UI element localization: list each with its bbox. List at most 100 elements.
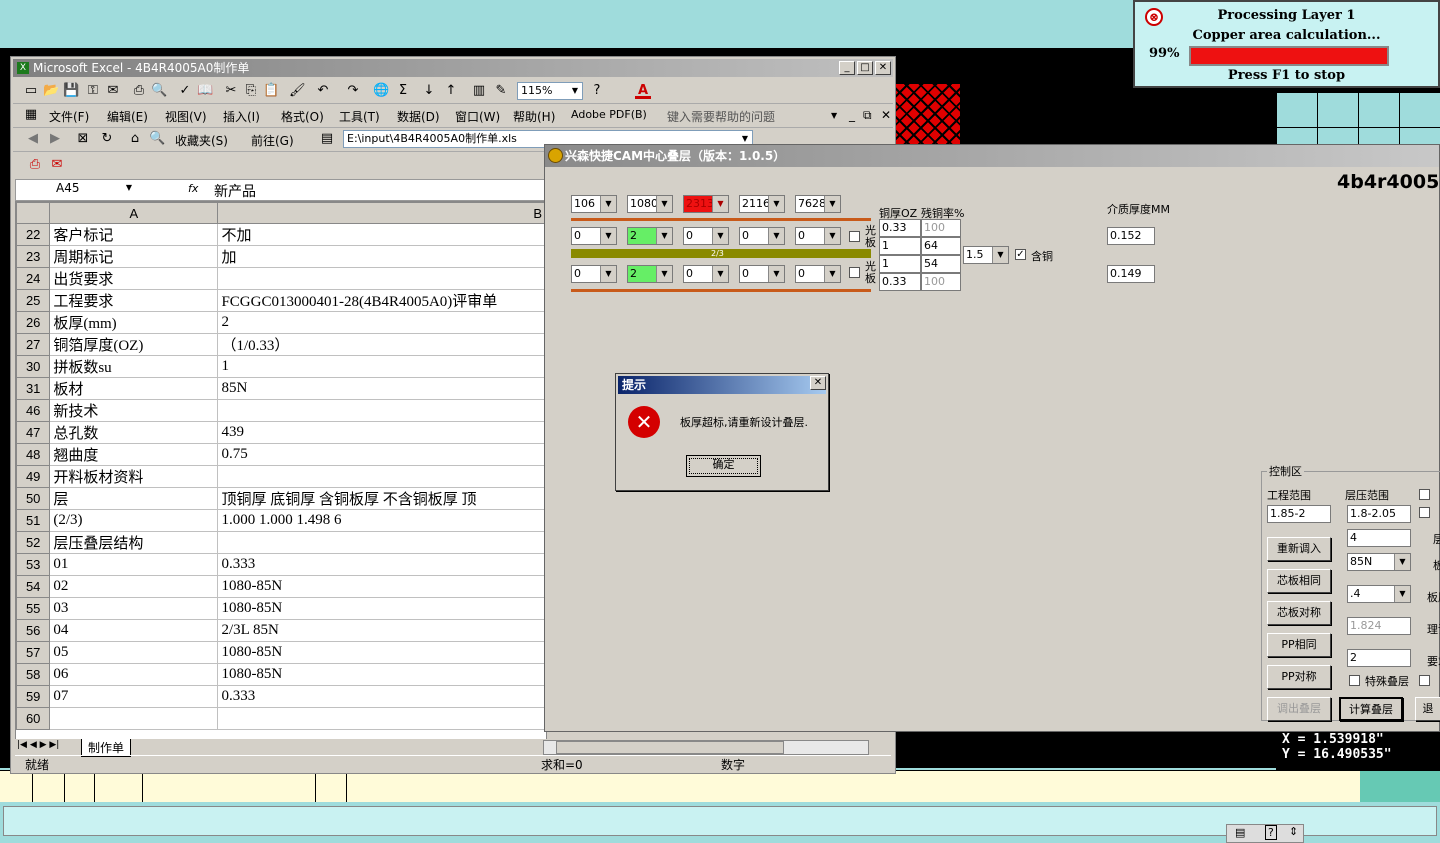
residual-copper-input-3[interactable]: 54 [921,255,961,273]
top-selects-3[interactable]: 2313 ▼ [683,195,729,213]
core-symmetric-button[interactable]: 芯板对称 [1267,601,1331,625]
open-icon[interactable]: 📂 [43,83,59,99]
search-icon[interactable]: 🔍 [149,131,165,147]
dielectric-input-2[interactable]: 0.149 [1107,265,1155,283]
eng-range-input[interactable]: 1.85-2 [1267,505,1331,523]
row-header[interactable]: 25 [16,289,51,312]
row-header[interactable]: 24 [16,267,51,290]
row-header[interactable]: 47 [16,421,51,444]
back-icon[interactable]: ◀ [25,131,41,147]
font-color-icon[interactable]: A [635,83,651,99]
chart-wizard-icon[interactable]: ▥ [471,83,487,99]
row-header[interactable]: 56 [16,619,51,642]
doc-minimize-icon[interactable]: _ [849,108,855,122]
cell-b[interactable] [217,399,546,422]
copper-thickness-input-4[interactable]: 0.33 [879,273,921,291]
cell-a[interactable]: 03 [49,597,219,620]
cell-b[interactable]: 不加 [217,223,546,246]
cell-a[interactable]: 04 [49,619,219,642]
cell-a[interactable] [49,707,219,730]
column-header-b[interactable]: B [217,202,546,224]
research-icon[interactable]: 📖 [197,83,213,99]
column-header-a[interactable]: A [49,202,219,224]
row1-selects-5[interactable]: 0 ▼ [795,227,841,245]
select-all-corner[interactable] [16,202,51,224]
doc-restore-icon[interactable]: ⧉ [863,108,872,123]
top-selects-5[interactable]: 7628 ▼ [795,195,841,213]
row1-selects-4[interactable]: 0 ▼ [739,227,785,245]
row-header[interactable]: 26 [16,311,51,334]
cell-b[interactable] [217,531,546,554]
cell-b[interactable]: 0.333 [217,553,546,576]
forward-icon[interactable]: ▶ [47,131,63,147]
ok-button[interactable]: 确定 [686,455,761,477]
han-tong-checkbox[interactable]: ✓ [1015,249,1026,260]
excel-titlebar[interactable]: X Microsoft Excel - 4B4R4005A0制作单 _ □ ✕ [13,59,893,77]
cell-a[interactable]: 铜箔厚度(OZ) [49,333,219,356]
new-icon[interactable]: ▭ [23,83,39,99]
chevron-down-icon[interactable]: ▼ [831,111,837,120]
exit-button[interactable]: 退 [1415,697,1440,721]
row-header[interactable]: 58 [16,663,51,686]
email-icon[interactable]: ✉ [105,83,121,99]
sort-asc-icon[interactable]: ↓ [421,83,437,99]
menu-data[interactable]: 数据(D) [397,108,440,125]
cell-b[interactable]: FCGGC013000401-28(4B4R4005A0)评审单 [217,289,546,312]
row-header[interactable]: 59 [16,685,51,708]
cell-b[interactable]: 1080-85N [217,575,546,598]
cell-a[interactable]: 02 [49,575,219,598]
cell-a[interactable]: 新技术 [49,399,219,422]
row-header[interactable]: 60 [16,707,51,730]
menu-view[interactable]: 视图(V) [165,108,207,125]
spelling-icon[interactable]: ✓ [177,83,193,99]
copper-thickness-input-1[interactable]: 0.33 [879,219,921,237]
pp-symmetric-button[interactable]: PP对称 [1267,665,1331,689]
menu-insert[interactable]: 插入(I) [223,108,260,125]
cell-a[interactable]: 总孔数 [49,421,219,444]
cell-a[interactable]: 板厚(mm) [49,311,219,334]
row-header[interactable]: 53 [16,553,51,576]
cell-b[interactable]: 2/3L 85N [217,619,546,642]
cell-b[interactable]: 2 [217,311,546,334]
cell-b[interactable] [217,465,546,488]
dialog-titlebar[interactable]: 提示 [618,376,826,394]
cut-icon[interactable]: ✂ [223,83,239,99]
preview-icon[interactable]: 🔍 [151,83,167,99]
menu-file[interactable]: 文件(F) [49,108,89,125]
print-icon[interactable]: ⎙ [131,83,147,99]
row2-selects-5[interactable]: 0 ▼ [795,265,841,283]
printer-icon[interactable]: ▤ [1235,826,1245,839]
row-header[interactable]: 22 [16,223,51,246]
row-header[interactable]: 31 [16,377,51,400]
pp-same-button[interactable]: PP相同 [1267,633,1331,657]
cell-a[interactable]: 开料板材资料 [49,465,219,488]
cell-a[interactable]: 客户标记 [49,223,219,246]
row-header[interactable]: 50 [16,487,51,510]
row-header[interactable]: 30 [16,355,51,378]
sort-desc-icon[interactable]: ↑ [443,83,459,99]
residual-copper-input-2[interactable]: 64 [921,237,961,255]
formula-input[interactable]: 新产品 [214,181,256,201]
cell-a[interactable]: (2/3) [49,509,219,532]
worksheet-grid[interactable]: A B 22 客户标记 不加 23 周期标记加 24 出货要求 25 工程要求 FCGGC0130… [15,201,547,741]
undo-icon[interactable]: ↶ [315,83,331,99]
cell-b[interactable]: 1.000 1.000 1.498 6 [217,509,546,532]
help-icon[interactable]: ? [1265,825,1277,840]
row2-selects-4[interactable]: 0 ▼ [739,265,785,283]
cell-b[interactable] [217,267,546,290]
cell-a[interactable]: 07 [49,685,219,708]
menu-adobe-pdf[interactable]: Adobe PDF(B) [571,108,647,121]
required-input[interactable]: 2 [1347,649,1411,667]
option-checkbox-1[interactable] [1419,489,1430,500]
pdf-convert-icon[interactable]: ⎙ [27,157,43,173]
row-header[interactable]: 23 [16,245,51,268]
option-checkbox-3[interactable] [1419,675,1430,686]
row-header[interactable]: 46 [16,399,51,422]
cell-b[interactable]: 1080-85N [217,641,546,664]
horizontal-scrollbar[interactable] [543,740,869,755]
row1-selects-3[interactable]: 0 ▼ [683,227,729,245]
top-selects-1[interactable]: 106 ▼ [571,195,617,213]
row-header[interactable]: 51 [16,509,51,532]
paste-icon[interactable]: 📋 [263,83,279,99]
cell-b[interactable]: 顶铜厚 底铜厚 含铜板厚 不含铜板厚 顶 [217,487,546,510]
